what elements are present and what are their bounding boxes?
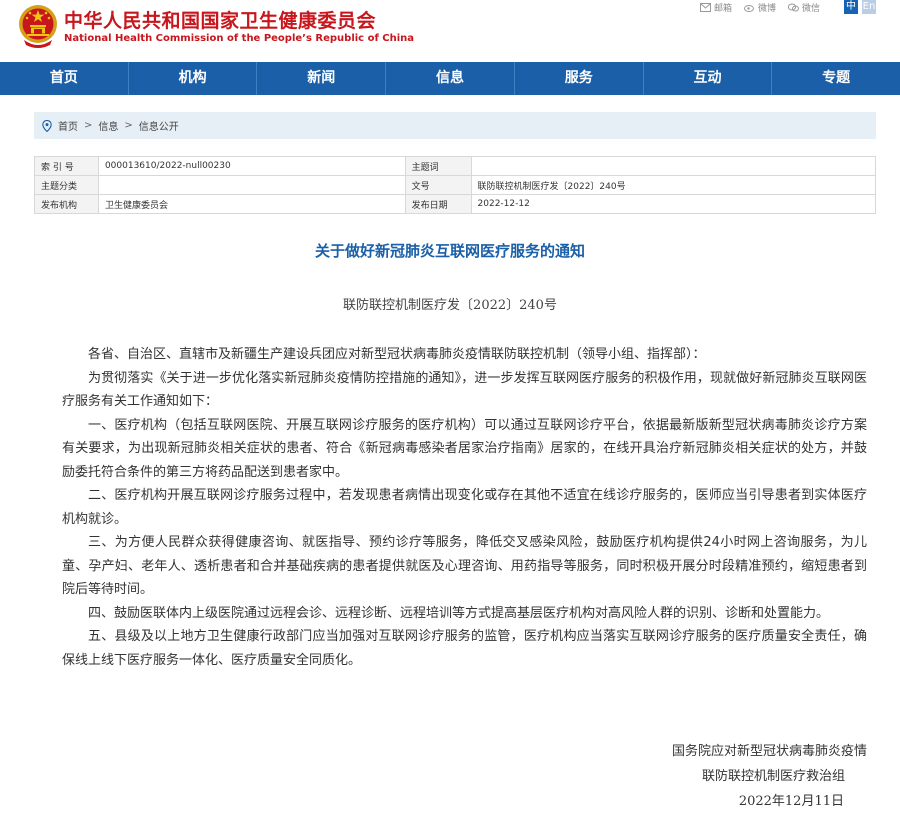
site-subtitle: National Health Commission of the People… [64,33,415,44]
site-title[interactable]: 中华人民共和国国家卫生健康委员会 [64,6,376,33]
signature-issuer-line1: 国务院应对新型冠状病毒肺炎疫情 [671,744,867,759]
category-value [97,175,406,195]
weibo-link[interactable]: 微博 [743,1,776,14]
issuer-label: 发布机构 [34,194,99,214]
table-row: 发布机构 卫生健康委员会 发布日期 2022-12-12 [34,194,877,214]
document-body: 各省、自治区、直辖市及新疆生产建设兵团应对新型冠状病毒肺炎疫情联防联控机制（领导… [62,343,867,672]
weibo-label: 微博 [757,3,776,14]
date-value: 2022-12-12 [470,194,877,214]
docno-label: 文号 [404,175,472,195]
wechat-label: 微信 [801,3,820,14]
breadcrumb-info-disclosure[interactable]: 信息公开 [139,118,179,133]
index-label: 索 引 号 [34,156,99,176]
mail-icon [699,2,711,12]
signature-issuer-line2: 联防联控机制医疗救治组 [701,769,845,784]
nav-item-news[interactable]: 新闻 [257,62,387,95]
body-paragraph: 二、医疗机构开展互联网诊疗服务过程中，若发现患者病情出现变化或存在其他不适宜在线… [62,488,867,527]
table-row: 主题分类 文号 联防联控机制医疗发〔2022〕240号 [34,175,877,195]
table-row: 索 引 号 000013610/2022-null00230 主题词 [34,156,877,176]
breadcrumb-separator: > [84,120,93,131]
nav-item-information[interactable]: 信息 [386,62,515,95]
signature-date: 2022年12月11日 [738,794,844,809]
subject-label: 主题词 [404,156,472,176]
breadcrumb-home[interactable]: 首页 [58,118,78,133]
body-paragraph: 五、县级及以上地方卫生健康行政部门应当加强对互联网诊疗服务的监管，医疗机构应当落… [62,629,867,668]
lang-en-button[interactable]: En [862,0,876,14]
wechat-link[interactable]: 微信 [787,1,820,14]
subject-value [470,156,877,176]
site-header: 中华人民共和国国家卫生健康委员会 National Health Commiss… [0,0,900,62]
breadcrumb-separator: > [124,120,133,131]
nav-item-topics[interactable]: 专题 [772,62,900,95]
body-paragraph: 为贯彻落实《关于进一步优化落实新冠肺炎疫情防控措施的通知》，进一步发挥互联网医疗… [62,370,867,410]
nav-item-home[interactable]: 首页 [0,62,129,95]
national-emblem-icon[interactable] [18,4,58,48]
wechat-icon [787,3,799,11]
issuer-value: 卫生健康委员会 [97,194,406,214]
main-nav: 首页 机构 新闻 信息 服务 互动 专题 [0,62,900,95]
document-title: 关于做好新冠肺炎互联网医疗服务的通知 [314,242,585,260]
nav-item-organization[interactable]: 机构 [129,62,258,95]
top-links: 邮箱 微博 微信 [699,1,820,14]
date-label: 发布日期 [404,194,472,214]
nav-item-interaction[interactable]: 互动 [644,62,773,95]
body-paragraph: 各省、自治区、直辖市及新疆生产建设兵团应对新型冠状病毒肺炎疫情联防联控机制（领导… [88,347,706,362]
mail-label: 邮箱 [713,3,732,14]
docno-value: 联防联控机制医疗发〔2022〕240号 [470,175,877,195]
body-paragraph: 一、医疗机构（包括互联网医院、开展互联网诊疗服务的医疗机构）可以通过互联网诊疗平… [62,417,867,480]
category-label: 主题分类 [34,175,99,195]
document-number: 联防联控机制医疗发〔2022〕240号 [343,298,557,313]
breadcrumb-information[interactable]: 信息 [98,118,118,133]
mail-link[interactable]: 邮箱 [699,1,732,14]
document-meta-table: 索 引 号 000013610/2022-null00230 主题词 主题分类 … [34,156,877,214]
location-pin-icon [42,119,52,132]
lang-zh-button[interactable]: 中 [844,0,858,14]
breadcrumb: 首页 > 信息 > 信息公开 [34,112,876,139]
index-value: 000013610/2022-null00230 [97,156,406,176]
weibo-icon [743,4,754,12]
body-paragraph: 四、鼓励医联体内上级医院通过远程会诊、远程诊断、远程培训等方式提高基层医疗机构对… [88,605,830,621]
body-paragraph: 三、为方便人民群众获得健康咨询、就医指导、预约诊疗等服务，降低交叉感染风险，鼓励… [62,535,867,597]
nav-item-services[interactable]: 服务 [515,62,644,95]
